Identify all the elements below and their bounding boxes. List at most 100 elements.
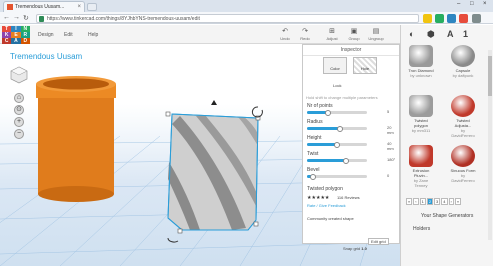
shape-author: by daftpunk — [452, 73, 474, 78]
rate-feedback-link[interactable]: Rate / Give Feedback — [307, 203, 346, 208]
back-icon[interactable]: ← — [3, 14, 10, 21]
extension-icon[interactable] — [435, 14, 444, 23]
shape-tile[interactable]: Extrusion Pluvin... by Zane Tenney — [407, 145, 435, 188]
shape-tile[interactable]: Twisted polygon by mm311 — [407, 95, 435, 133]
twisted-polygon-shape — [165, 100, 263, 243]
bookmark-star-icon[interactable] — [423, 14, 432, 23]
shape-tile[interactable]: Capsule by daftpunk — [449, 45, 477, 78]
param-label: Nr of points — [307, 103, 333, 109]
menu-icon[interactable] — [472, 14, 481, 23]
hole-swatch[interactable]: Hole — [353, 57, 377, 74]
tinkercad-logo[interactable]: TINKERCAD — [2, 26, 30, 44]
adjust-button[interactable]: ⊞ Adjust — [323, 28, 341, 41]
group-button[interactable]: ▣ Group — [345, 28, 363, 41]
browser-tab[interactable]: Tremendous Uusam... × — [3, 1, 85, 12]
tab-title: Tremendous Uusam... — [15, 4, 65, 10]
shape-thumbnail — [451, 45, 475, 67]
shape-author: by DavidFerrero — [451, 173, 475, 183]
param-value[interactable]: 40 mm — [387, 141, 399, 151]
orange-cylinder-shape — [36, 76, 116, 202]
param-label: Height — [307, 135, 322, 141]
browser-tab-strip: Tremendous Uusam... × – □ × — [0, 0, 493, 12]
undo-button[interactable]: ↶ Undo — [276, 28, 294, 41]
slider-handle[interactable] — [310, 173, 316, 180]
zoom-in-icon[interactable]: + — [14, 117, 24, 127]
menu-edit[interactable]: Edit — [64, 32, 73, 38]
param-value[interactable]: 5 — [387, 109, 389, 114]
new-tab-button[interactable] — [87, 3, 97, 11]
slider-handle[interactable] — [337, 125, 343, 132]
shape-tile[interactable]: Tron Diamond by unknown — [407, 45, 435, 78]
community-shapes-icon[interactable]: ⬢ — [427, 29, 435, 40]
ungroup-icon: ▤ — [372, 28, 380, 35]
menu-design[interactable]: Design — [38, 32, 54, 38]
undo-icon: ↶ — [282, 28, 288, 35]
close-tab-icon[interactable]: × — [77, 4, 81, 10]
snap-label: Snap grid — [343, 246, 361, 251]
param-value[interactable]: 0 — [387, 173, 389, 178]
param-slider[interactable] — [307, 111, 367, 114]
extension-icon[interactable] — [447, 14, 456, 23]
shapes-pager: «‹ 1 2 3 4 ›» — [406, 198, 462, 205]
pager-button[interactable]: » — [454, 198, 462, 205]
basic-shapes-icon[interactable]: ◐ — [409, 29, 414, 39]
design-title[interactable]: Tremendous Uusam — [10, 52, 82, 61]
shape-tile[interactable]: Sinuous Form by DavidFerrero — [449, 145, 477, 183]
param-value[interactable]: 180° — [387, 157, 395, 162]
pager-button[interactable]: ‹ — [413, 198, 419, 205]
shape-author: by Zane Tenney — [413, 178, 429, 188]
inspector-hint: Hold shift to change multiple parameters — [306, 95, 378, 100]
pager-button[interactable]: 2 — [426, 198, 434, 205]
view-cube-icon[interactable] — [10, 66, 28, 84]
shapes-panel: ◐ ⬢ A 1 Tron Diamond by unknown Capsule by … — [400, 25, 493, 266]
group-label: Group — [348, 36, 360, 41]
community-note: Community created shape — [307, 216, 354, 221]
param-slider[interactable] — [307, 175, 367, 178]
snap-value[interactable]: 1.0 — [361, 246, 367, 251]
pager-button[interactable]: 3 — [434, 198, 441, 205]
pager-button[interactable]: « — [406, 198, 413, 205]
shape-name: Twisted polygon — [413, 118, 428, 128]
section-shape-generators[interactable]: Your Shape Generators — [421, 213, 473, 219]
minimize-button[interactable]: – — [457, 1, 460, 7]
shape-tile[interactable]: Twisted Adjusta... by DavidFerrero — [449, 95, 477, 138]
slider-handle[interactable] — [343, 157, 349, 164]
reload-icon[interactable]: ↻ — [23, 14, 29, 22]
edit-grid-button[interactable]: Edit grid — [368, 238, 389, 245]
url-input[interactable]: https://www.tinkercad.com/things/8YJhbYN… — [36, 14, 419, 23]
pager-button[interactable]: 1 — [419, 198, 426, 205]
shape-thumbnail — [409, 95, 433, 117]
slider-handle[interactable] — [334, 141, 340, 148]
rating-stars[interactable]: ★★★★★ — [307, 195, 329, 201]
zoom-out-icon[interactable]: − — [14, 129, 24, 139]
extension-icon[interactable] — [459, 14, 468, 23]
color-swatch[interactable]: Color — [323, 57, 347, 74]
menu-help[interactable]: Help — [88, 32, 98, 38]
shape-thumbnail — [409, 45, 433, 67]
text-shapes-icon[interactable]: A — [447, 29, 454, 39]
lock-label[interactable]: Lock — [333, 83, 341, 88]
maximize-button[interactable]: □ — [470, 1, 474, 7]
pager-button[interactable]: 4 — [441, 198, 448, 205]
param-value[interactable]: 20 mm — [387, 125, 399, 135]
redo-label: Redo — [300, 36, 310, 41]
close-window-button[interactable]: × — [483, 1, 487, 7]
fit-view-icon[interactable]: ⊙ — [14, 105, 24, 115]
redo-button[interactable]: ↷ Redo — [296, 28, 314, 41]
number-shapes-icon[interactable]: 1 — [463, 29, 468, 39]
rating-count: 116 Reviews — [337, 195, 360, 200]
shapes-scrollbar[interactable] — [488, 50, 492, 240]
param-slider[interactable] — [307, 159, 367, 162]
inspector-panel: Inspector Color Hole Lock Hold shift to … — [302, 44, 400, 244]
ungroup-button[interactable]: ▤ Ungroup — [367, 28, 385, 41]
pager-button[interactable]: › — [448, 198, 454, 205]
home-view-icon[interactable]: ⌂ — [14, 93, 24, 103]
section-holders[interactable]: Holders — [413, 226, 430, 232]
hole-label: Hole — [360, 66, 370, 71]
shape-name: Twisted Adjusta... — [454, 118, 472, 128]
forward-icon[interactable]: → — [13, 14, 20, 21]
shape-name: Extrusion Pluvin... — [412, 168, 430, 178]
slider-handle[interactable] — [325, 109, 331, 116]
slider-fill — [307, 159, 346, 162]
shape-title: Twisted polygon — [307, 186, 343, 192]
